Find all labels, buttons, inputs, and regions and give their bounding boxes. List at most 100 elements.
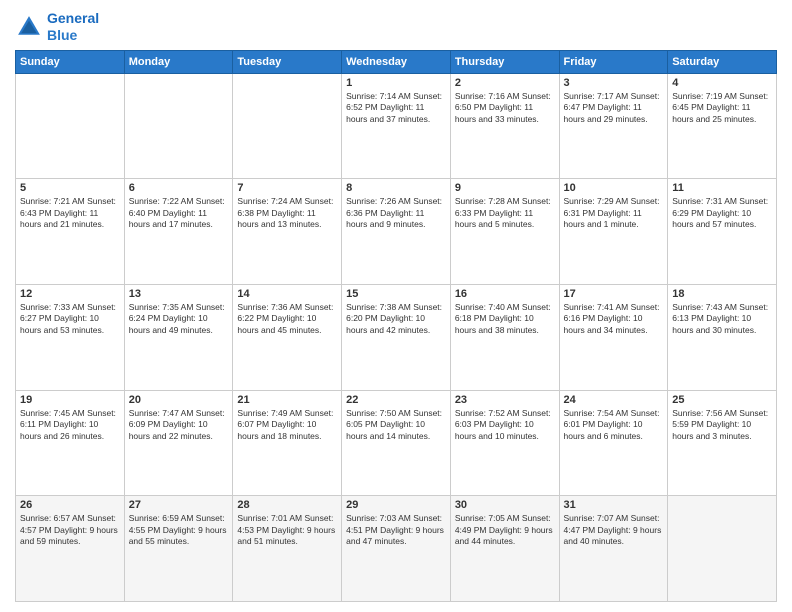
day-info: Sunrise: 7:45 AM Sunset: 6:11 PM Dayligh…: [20, 408, 120, 442]
weekday-header-friday: Friday: [559, 50, 668, 73]
logo-text: General Blue: [47, 10, 99, 44]
day-info: Sunrise: 7:17 AM Sunset: 6:47 PM Dayligh…: [564, 91, 664, 125]
day-number: 1: [346, 77, 446, 89]
day-info: Sunrise: 7:54 AM Sunset: 6:01 PM Dayligh…: [564, 408, 664, 442]
day-info: Sunrise: 7:07 AM Sunset: 4:47 PM Dayligh…: [564, 513, 664, 547]
day-info: Sunrise: 7:14 AM Sunset: 6:52 PM Dayligh…: [346, 91, 446, 125]
day-info: Sunrise: 7:26 AM Sunset: 6:36 PM Dayligh…: [346, 196, 446, 230]
day-cell: 27 Sunrise: 6:59 AM Sunset: 4:55 PM Dayli…: [124, 496, 233, 602]
day-number: 26: [20, 499, 120, 511]
day-cell: 4Sunrise: 7:19 AM Sunset: 6:45 PM Daylig…: [668, 73, 777, 179]
day-info: Sunrise: 7:50 AM Sunset: 6:05 PM Dayligh…: [346, 408, 446, 442]
day-cell: [233, 73, 342, 179]
day-cell: 15 Sunrise: 7:38 AM Sunset: 6:20 PM Dayli…: [342, 284, 451, 390]
day-info: Sunrise: 7:49 AM Sunset: 6:07 PM Dayligh…: [237, 408, 337, 442]
day-number: 27: [129, 499, 229, 511]
day-cell: 31 Sunrise: 7:07 AM Sunset: 4:47 PM Dayli…: [559, 496, 668, 602]
day-number: 13: [129, 288, 229, 300]
day-cell: 5 Sunrise: 7:21 AM Sunset: 6:43 PM Daylig…: [16, 179, 125, 285]
day-number: 19: [20, 394, 120, 406]
day-number: 7: [237, 182, 337, 194]
day-cell: 30 Sunrise: 7:05 AM Sunset: 4:49 PM Dayli…: [450, 496, 559, 602]
day-cell: 13 Sunrise: 7:35 AM Sunset: 6:24 PM Dayli…: [124, 284, 233, 390]
day-info: Sunrise: 7:03 AM Sunset: 4:51 PM Dayligh…: [346, 513, 446, 547]
day-number: 29: [346, 499, 446, 511]
day-info: Sunrise: 7:16 AM Sunset: 6:50 PM Dayligh…: [455, 91, 555, 125]
day-cell: 1 Sunrise: 7:14 AM Sunset: 6:52 PM Daylig…: [342, 73, 451, 179]
weekday-header-row: SundayMondayTuesdayWednesdayThursdayFrid…: [16, 50, 777, 73]
day-cell: 14Sunrise: 7:36 AM Sunset: 6:22 PM Dayli…: [233, 284, 342, 390]
day-cell: 26 Sunrise: 6:57 AM Sunset: 4:57 PM Dayli…: [16, 496, 125, 602]
day-info: Sunrise: 7:28 AM Sunset: 6:33 PM Dayligh…: [455, 196, 555, 230]
weekday-header-wednesday: Wednesday: [342, 50, 451, 73]
weekday-header-thursday: Thursday: [450, 50, 559, 73]
day-number: 4: [672, 77, 772, 89]
day-cell: 7 Sunrise: 7:24 AM Sunset: 6:38 PM Daylig…: [233, 179, 342, 285]
day-number: 15: [346, 288, 446, 300]
day-number: 23: [455, 394, 555, 406]
day-cell: 12 Sunrise: 7:33 AM Sunset: 6:27 PM Dayli…: [16, 284, 125, 390]
day-number: 10: [564, 182, 664, 194]
day-info: Sunrise: 7:52 AM Sunset: 6:03 PM Dayligh…: [455, 408, 555, 442]
day-info: Sunrise: 6:59 AM Sunset: 4:55 PM Dayligh…: [129, 513, 229, 547]
day-info: Sunrise: 7:41 AM Sunset: 6:16 PM Dayligh…: [564, 302, 664, 336]
day-info: Sunrise: 6:57 AM Sunset: 4:57 PM Dayligh…: [20, 513, 120, 547]
day-number: 5: [20, 182, 120, 194]
weekday-header-monday: Monday: [124, 50, 233, 73]
day-number: 16: [455, 288, 555, 300]
day-number: 8: [346, 182, 446, 194]
day-number: 2: [455, 77, 555, 89]
day-number: 6: [129, 182, 229, 194]
day-number: 20: [129, 394, 229, 406]
page: General Blue SundayMondayTuesdayWednesda…: [0, 0, 792, 612]
day-number: 12: [20, 288, 120, 300]
day-info: Sunrise: 7:56 AM Sunset: 5:59 PM Dayligh…: [672, 408, 772, 442]
weekday-header-tuesday: Tuesday: [233, 50, 342, 73]
day-cell: 9 Sunrise: 7:28 AM Sunset: 6:33 PM Daylig…: [450, 179, 559, 285]
day-number: 31: [564, 499, 664, 511]
day-cell: 21 Sunrise: 7:49 AM Sunset: 6:07 PM Dayli…: [233, 390, 342, 496]
day-info: Sunrise: 7:36 AM Sunset: 6:22 PM Dayligh…: [237, 302, 337, 336]
day-number: 3: [564, 77, 664, 89]
day-cell: 3 Sunrise: 7:17 AM Sunset: 6:47 PM Daylig…: [559, 73, 668, 179]
day-number: 30: [455, 499, 555, 511]
logo-icon: [15, 13, 43, 41]
day-cell: 20 Sunrise: 7:47 AM Sunset: 6:09 PM Dayli…: [124, 390, 233, 496]
day-cell: 22Sunrise: 7:50 AM Sunset: 6:05 PM Dayli…: [342, 390, 451, 496]
day-cell: 10 Sunrise: 7:29 AM Sunset: 6:31 PM Dayli…: [559, 179, 668, 285]
day-info: Sunrise: 7:29 AM Sunset: 6:31 PM Dayligh…: [564, 196, 664, 230]
week-row-4: 26 Sunrise: 6:57 AM Sunset: 4:57 PM Dayli…: [16, 496, 777, 602]
day-info: Sunrise: 7:31 AM Sunset: 6:29 PM Dayligh…: [672, 196, 772, 230]
day-info: Sunrise: 7:35 AM Sunset: 6:24 PM Dayligh…: [129, 302, 229, 336]
day-cell: 17 Sunrise: 7:41 AM Sunset: 6:16 PM Dayli…: [559, 284, 668, 390]
weekday-header-saturday: Saturday: [668, 50, 777, 73]
day-cell: 28Sunrise: 7:01 AM Sunset: 4:53 PM Dayli…: [233, 496, 342, 602]
day-cell: 8 Sunrise: 7:26 AM Sunset: 6:36 PM Daylig…: [342, 179, 451, 285]
day-number: 9: [455, 182, 555, 194]
day-info: Sunrise: 7:43 AM Sunset: 6:13 PM Dayligh…: [672, 302, 772, 336]
day-info: Sunrise: 7:47 AM Sunset: 6:09 PM Dayligh…: [129, 408, 229, 442]
week-row-3: 19 Sunrise: 7:45 AM Sunset: 6:11 PM Dayli…: [16, 390, 777, 496]
day-info: Sunrise: 7:21 AM Sunset: 6:43 PM Dayligh…: [20, 196, 120, 230]
day-cell: 18 Sunrise: 7:43 AM Sunset: 6:13 PM Dayli…: [668, 284, 777, 390]
day-number: 18: [672, 288, 772, 300]
weekday-header-sunday: Sunday: [16, 50, 125, 73]
day-number: 28: [237, 499, 337, 511]
day-cell: 23 Sunrise: 7:52 AM Sunset: 6:03 PM Dayli…: [450, 390, 559, 496]
day-cell: 19 Sunrise: 7:45 AM Sunset: 6:11 PM Dayli…: [16, 390, 125, 496]
day-number: 11: [672, 182, 772, 194]
day-cell: 29 Sunrise: 7:03 AM Sunset: 4:51 PM Dayli…: [342, 496, 451, 602]
day-cell: 16 Sunrise: 7:40 AM Sunset: 6:18 PM Dayli…: [450, 284, 559, 390]
day-info: Sunrise: 7:33 AM Sunset: 6:27 PM Dayligh…: [20, 302, 120, 336]
day-number: 17: [564, 288, 664, 300]
day-cell: 2 Sunrise: 7:16 AM Sunset: 6:50 PM Daylig…: [450, 73, 559, 179]
day-info: Sunrise: 7:40 AM Sunset: 6:18 PM Dayligh…: [455, 302, 555, 336]
day-cell: [668, 496, 777, 602]
day-info: Sunrise: 7:38 AM Sunset: 6:20 PM Dayligh…: [346, 302, 446, 336]
day-info: Sunrise: 7:24 AM Sunset: 6:38 PM Dayligh…: [237, 196, 337, 230]
day-info: Sunrise: 7:05 AM Sunset: 4:49 PM Dayligh…: [455, 513, 555, 547]
day-number: 21: [237, 394, 337, 406]
week-row-2: 12 Sunrise: 7:33 AM Sunset: 6:27 PM Dayli…: [16, 284, 777, 390]
day-cell: 24Sunrise: 7:54 AM Sunset: 6:01 PM Dayli…: [559, 390, 668, 496]
calendar: SundayMondayTuesdayWednesdayThursdayFrid…: [15, 50, 777, 602]
